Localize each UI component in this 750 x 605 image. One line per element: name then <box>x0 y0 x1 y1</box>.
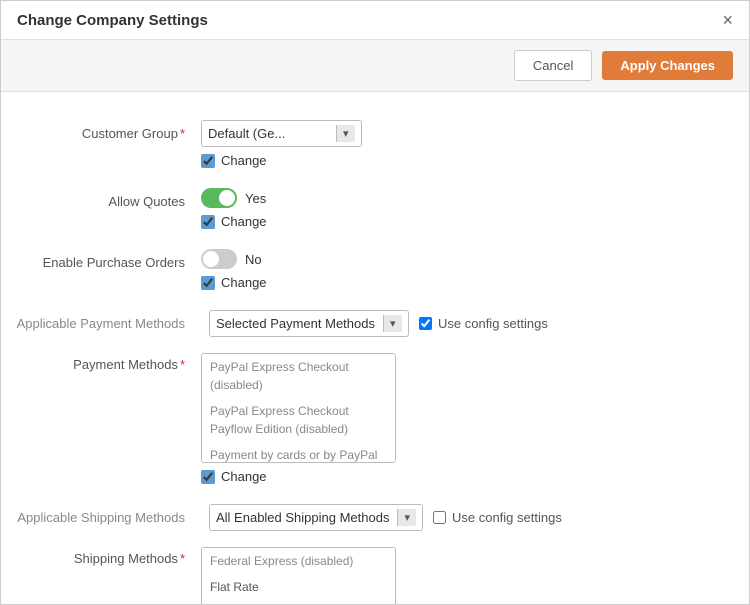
customer-group-select[interactable]: Default (Ge... ▾ <box>201 120 362 147</box>
payment-methods-list-item[interactable]: PayPal Express Checkout (disabled) <box>202 354 395 398</box>
payment-methods-change-label: Change <box>221 469 267 484</box>
enable-purchase-orders-toggle-row: No <box>201 249 709 269</box>
payment-methods-row: Payment Methods* PayPal Express Checkout… <box>1 345 749 492</box>
customer-group-change-checkbox[interactable] <box>201 154 215 168</box>
modal-title: Change Company Settings <box>17 12 208 29</box>
close-button[interactable]: × <box>722 11 733 29</box>
toolbar: Cancel Apply Changes <box>1 40 749 92</box>
customer-group-label: Customer Group* <box>1 120 201 141</box>
enable-purchase-orders-change-row: Change <box>201 273 709 290</box>
allow-quotes-toggle[interactable] <box>201 188 237 208</box>
shipping-methods-control: Federal Express (disabled)Flat RateBest … <box>201 547 709 604</box>
payment-methods-control: PayPal Express Checkout (disabled)PayPal… <box>201 353 709 484</box>
allow-quotes-change-row: Change <box>201 212 709 229</box>
enable-purchase-orders-label: Enable Purchase Orders <box>1 249 201 270</box>
applicable-payment-methods-value: Selected Payment Methods <box>216 316 375 331</box>
shipping-methods-listbox[interactable]: Federal Express (disabled)Flat RateBest … <box>201 547 396 604</box>
payment-methods-change-row: Change <box>201 467 709 484</box>
cancel-button[interactable]: Cancel <box>514 50 592 81</box>
allow-quotes-toggle-label: Yes <box>245 191 266 206</box>
shipping-use-config-row: Use config settings <box>433 510 562 525</box>
payment-use-config-label: Use config settings <box>438 316 548 331</box>
enable-purchase-orders-toggle[interactable] <box>201 249 237 269</box>
allow-quotes-change-checkbox[interactable] <box>201 215 215 229</box>
applicable-shipping-methods-value: All Enabled Shipping Methods <box>216 510 389 525</box>
customer-group-value: Default (Ge... <box>208 126 328 141</box>
payment-methods-change-checkbox[interactable] <box>201 470 215 484</box>
shipping-use-config-checkbox[interactable] <box>433 511 446 524</box>
customer-group-select-row: Default (Ge... ▾ <box>201 120 709 147</box>
required-star: * <box>180 126 185 141</box>
applicable-shipping-methods-arrow[interactable]: ▾ <box>397 509 416 526</box>
applicable-payment-methods-control: Selected Payment Methods ▾ Use config se… <box>209 310 709 337</box>
payment-use-config-row: Use config settings <box>419 316 548 331</box>
enable-purchase-orders-change-label: Change <box>221 275 267 290</box>
shipping-methods-label: Shipping Methods* <box>1 547 201 566</box>
applicable-shipping-methods-select[interactable]: All Enabled Shipping Methods ▾ <box>209 504 423 531</box>
customer-group-dropdown-arrow[interactable]: ▾ <box>336 125 355 142</box>
toggle-knob <box>219 190 235 206</box>
enable-purchase-orders-row: Enable Purchase Orders No Change <box>1 241 749 298</box>
shipping-methods-row: Shipping Methods* Federal Express (disab… <box>1 539 749 604</box>
enable-purchase-orders-toggle-label: No <box>245 252 262 267</box>
allow-quotes-toggle-row: Yes <box>201 188 709 208</box>
shipping-methods-list-item[interactable]: Flat Rate <box>202 574 395 600</box>
allow-quotes-control: Yes Change <box>201 188 709 229</box>
payment-required-star: * <box>180 357 185 372</box>
payment-methods-list-item[interactable]: PayPal Express Checkout Payflow Edition … <box>202 398 395 442</box>
allow-quotes-label: Allow Quotes <box>1 188 201 209</box>
enable-purchase-orders-change-checkbox[interactable] <box>201 276 215 290</box>
applicable-payment-methods-label: Applicable Payment Methods <box>1 316 201 331</box>
apply-changes-button[interactable]: Apply Changes <box>602 51 733 80</box>
shipping-use-config-label: Use config settings <box>452 510 562 525</box>
applicable-payment-methods-select[interactable]: Selected Payment Methods ▾ <box>209 310 409 337</box>
toggle-knob-po <box>203 251 219 267</box>
allow-quotes-row: Allow Quotes Yes Change <box>1 180 749 237</box>
modal-header: Change Company Settings × <box>1 1 749 40</box>
applicable-shipping-methods-label: Applicable Shipping Methods <box>1 510 201 525</box>
customer-group-row: Customer Group* Default (Ge... ▾ Change <box>1 112 749 176</box>
customer-group-change-label: Change <box>221 153 267 168</box>
change-company-settings-modal: Change Company Settings × Cancel Apply C… <box>0 0 750 605</box>
applicable-shipping-methods-control: All Enabled Shipping Methods ▾ Use confi… <box>209 504 709 531</box>
allow-quotes-change-label: Change <box>221 214 267 229</box>
payment-use-config-checkbox[interactable] <box>419 317 432 330</box>
customer-group-change-row: Change <box>201 151 709 168</box>
payment-methods-label: Payment Methods* <box>1 353 201 372</box>
customer-group-control: Default (Ge... ▾ Change <box>201 120 709 168</box>
shipping-methods-list-item[interactable]: Federal Express (disabled) <box>202 548 395 574</box>
applicable-shipping-methods-row: Applicable Shipping Methods All Enabled … <box>1 496 749 539</box>
enable-purchase-orders-control: No Change <box>201 249 709 290</box>
shipping-methods-list-item[interactable]: Best Way (disabled) <box>202 600 395 604</box>
applicable-payment-methods-row: Applicable Payment Methods Selected Paym… <box>1 302 749 345</box>
shipping-required-star: * <box>180 551 185 566</box>
payment-methods-list-item[interactable]: Payment by cards or by PayPal account (d… <box>202 442 395 463</box>
applicable-payment-methods-arrow[interactable]: ▾ <box>383 315 402 332</box>
payment-methods-listbox[interactable]: PayPal Express Checkout (disabled)PayPal… <box>201 353 396 463</box>
modal-body: Customer Group* Default (Ge... ▾ Change … <box>1 92 749 604</box>
